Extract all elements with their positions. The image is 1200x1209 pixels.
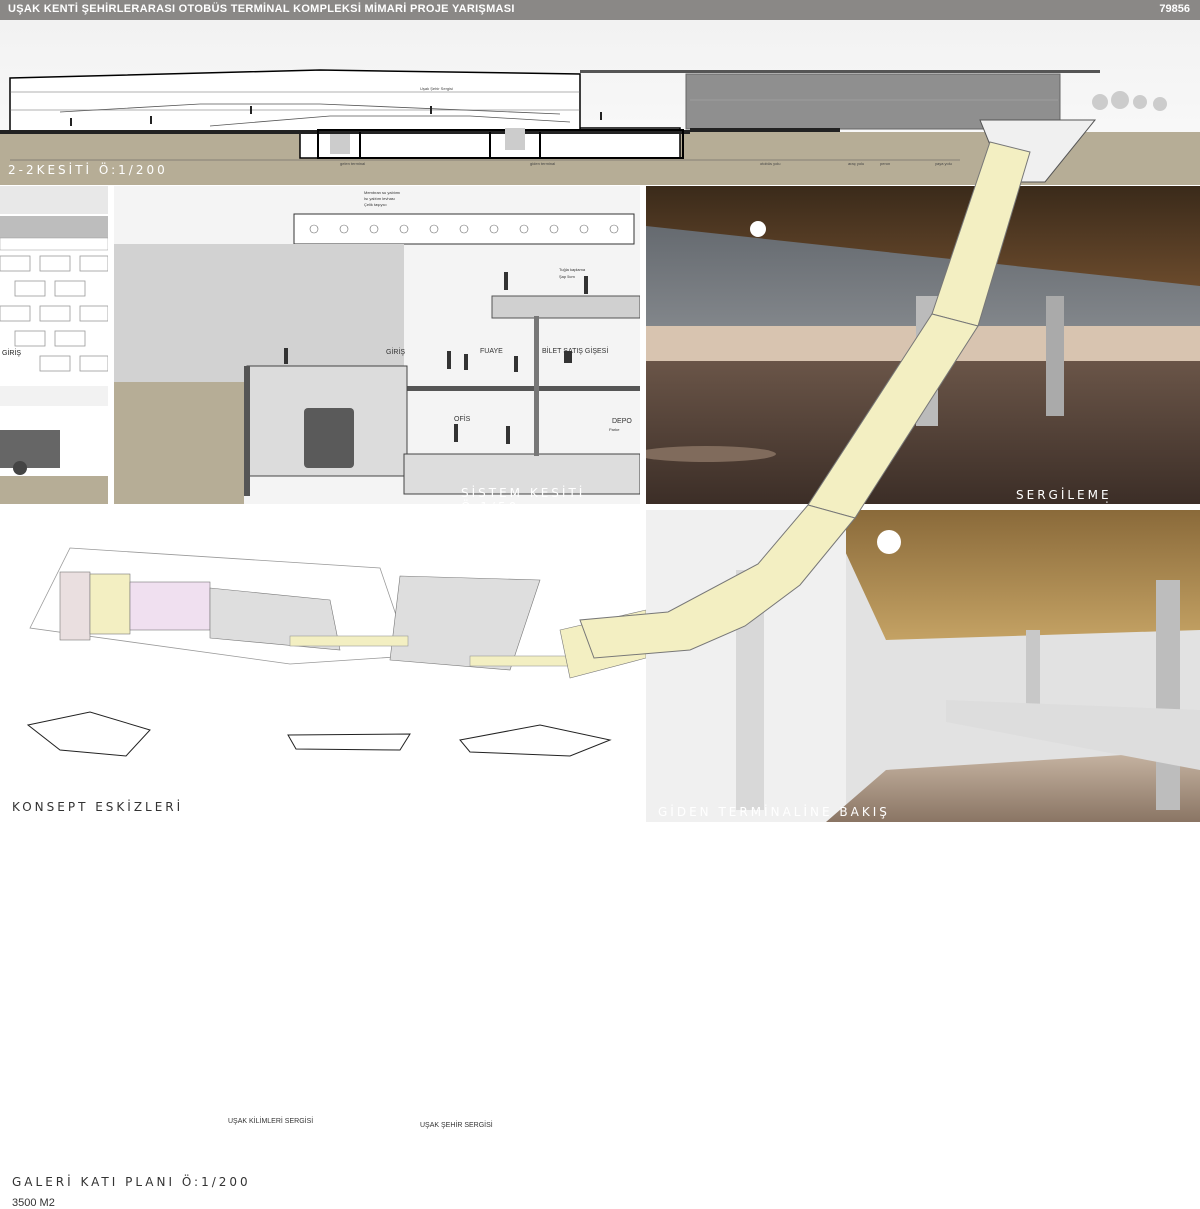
sketch-panel: KONSEPT ESKİZLERİ: [0, 700, 646, 822]
exhibit-sehir-label: UŞAK ŞEHİR SERGİSİ: [420, 1122, 493, 1129]
sketch-caption: KONSEPT ESKİZLERİ: [12, 800, 184, 814]
exhibit-kilim-label: UŞAK KİLİMLERİ SERGİSİ: [228, 1118, 314, 1125]
curved-bridge-plan: [579, 119, 1097, 659]
gallery-plan-caption: GALERİ KATI PLANI Ö:1/200: [12, 1175, 251, 1189]
gallery-plan-area: 3500 M2: [12, 1197, 55, 1209]
